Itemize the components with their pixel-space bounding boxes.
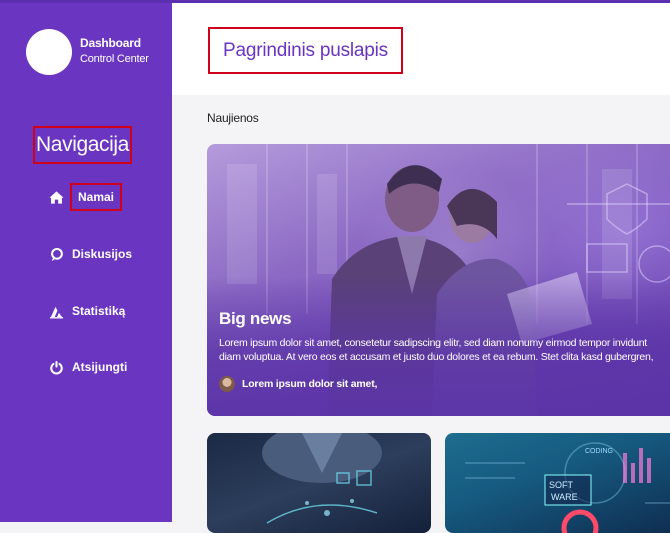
- news-card-1[interactable]: [207, 433, 431, 533]
- software-coding-image: SOFT WARE CODING: [465, 442, 670, 533]
- avatar: [26, 29, 72, 75]
- sidebar: Dashboard Control Center Navigacija Nama…: [0, 0, 172, 522]
- sidebar-item-label: Diskusijos: [72, 247, 133, 261]
- hero-title[interactable]: Big news: [219, 309, 292, 329]
- brand-subtitle: Control Center: [80, 53, 149, 65]
- hero-author: Lorem ipsum dolor sit amet,: [219, 376, 377, 392]
- power-icon: [48, 359, 64, 375]
- sidebar-item-diskusijos[interactable]: Diskusijos: [48, 243, 132, 265]
- news-card-2[interactable]: SOFT WARE CODING: [445, 433, 670, 533]
- page-title: Pagrindinis puslapis: [208, 27, 403, 74]
- svg-text:WARE: WARE: [551, 492, 578, 502]
- section-label: Naujienos: [207, 111, 259, 125]
- hero-body-line: Lorem ipsum dolor sit amet, consetetur s…: [219, 337, 647, 349]
- chart-icon: [48, 303, 64, 319]
- brand-title: Dashboard: [80, 36, 141, 50]
- technology-hand-image: [262, 433, 382, 524]
- svg-text:SOFT: SOFT: [549, 480, 574, 490]
- hero-body: Lorem ipsum dolor sit amet, consetetur s…: [219, 336, 670, 364]
- sidebar-item-label: Namai: [70, 183, 123, 211]
- sidebar-item-label: Statistiką: [72, 304, 126, 318]
- navigation-heading: Navigacija: [33, 126, 132, 164]
- author-name: Lorem ipsum dolor sit amet,: [242, 378, 378, 390]
- sidebar-item-atsijungti[interactable]: Atsijungti: [48, 356, 127, 378]
- svg-text:CODING: CODING: [585, 448, 613, 455]
- home-icon: [48, 189, 64, 205]
- hero-body-line: diam voluptua. At vero eos et accusam et…: [219, 351, 654, 363]
- author-avatar: [219, 376, 235, 392]
- chat-bubble-icon: [48, 246, 64, 262]
- sidebar-item-statistika[interactable]: Statistiką: [48, 300, 125, 322]
- sidebar-item-namai[interactable]: Namai: [48, 183, 123, 211]
- top-accent-line: [0, 0, 670, 3]
- hero-news-card[interactable]: Big news Lorem ipsum dolor sit amet, con…: [207, 144, 670, 416]
- sidebar-item-label: Atsijungti: [72, 360, 128, 374]
